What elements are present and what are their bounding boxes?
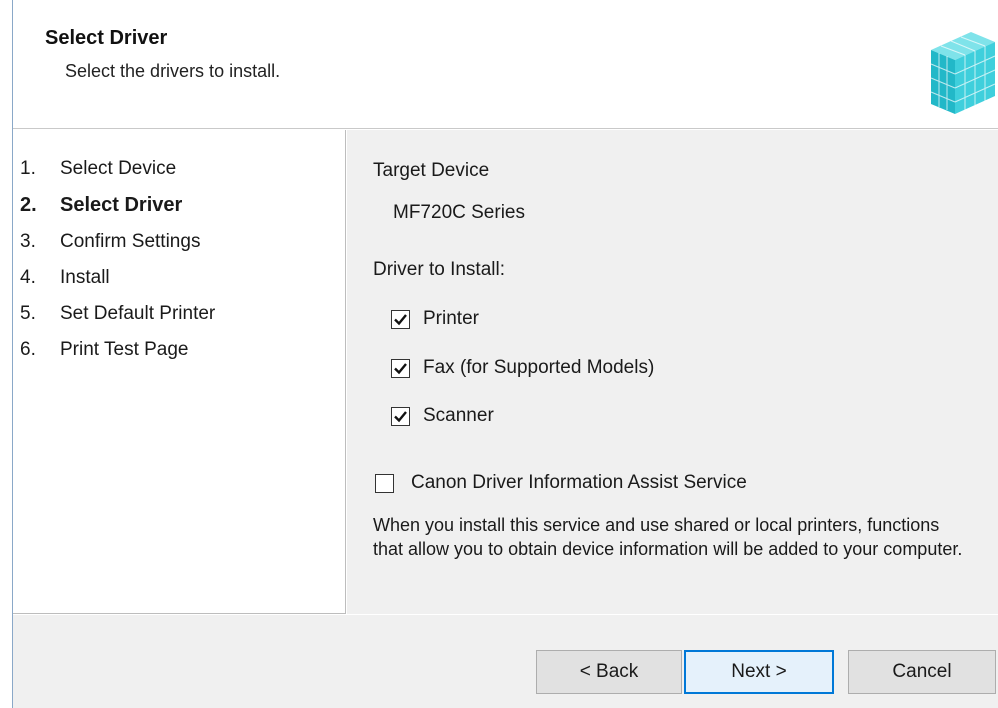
fax-driver-checkbox[interactable] [391,358,410,378]
assist-service-checkbox[interactable] [375,473,394,493]
step-label: Select Driver [60,194,183,216]
fax-driver-label[interactable]: Fax (for Supported Models) [423,357,654,379]
step-number: 2. [20,194,37,216]
checkmark-icon [394,410,407,422]
printer-driver-label[interactable]: Printer [423,308,479,330]
step-set-default-printer: 5. Set Default Printer [20,303,215,325]
step-number: 1. [20,158,36,179]
back-button[interactable]: < Back [536,650,682,694]
fax-driver-checkbox-row[interactable]: Fax (for Supported Models) [391,357,654,379]
scanner-driver-checkbox-row[interactable]: Scanner [391,405,494,427]
installer-logo-icon [923,20,998,120]
printer-driver-checkbox-row[interactable]: Printer [391,308,479,330]
step-select-device: 1. Select Device [20,158,176,180]
assist-service-checkbox-row[interactable]: Canon Driver Information Assist Service [375,472,747,494]
scanner-driver-checkbox[interactable] [391,406,410,426]
checkmark-icon [394,313,407,325]
step-select-driver: 2. Select Driver [20,194,182,217]
assist-service-description: When you install this service and use sh… [373,515,963,559]
page-title: Select Driver [45,27,168,49]
assist-service-label[interactable]: Canon Driver Information Assist Service [411,472,747,494]
checkmark-icon [394,362,407,374]
printer-driver-checkbox[interactable] [391,309,410,329]
step-label: Confirm Settings [60,231,201,252]
step-label: Print Test Page [60,339,189,360]
step-label: Install [60,267,110,288]
cancel-button[interactable]: Cancel [848,650,996,694]
step-confirm-settings: 3. Confirm Settings [20,231,200,253]
page-subtitle: Select the drivers to install. [65,61,281,81]
step-label: Set Default Printer [60,303,216,324]
step-install: 4. Install [20,267,110,289]
step-number: 5. [20,303,36,324]
steps-panel: 1. Select Device 2. Select Driver 3. Confir… [13,130,346,614]
step-label: Select Device [60,158,177,179]
target-device-label: Target Device [373,160,490,181]
wizard-header: Select Driver Select the drivers to inst… [13,0,998,129]
target-device-value: MF720C Series [393,202,525,223]
scanner-driver-label[interactable]: Scanner [423,405,494,427]
step-print-test-page: 6. Print Test Page [20,339,189,361]
step-number: 6. [20,339,36,360]
driver-to-install-label: Driver to Install: [373,259,505,280]
step-number: 4. [20,267,36,288]
next-button[interactable]: Next > [684,650,834,694]
step-number: 3. [20,231,36,252]
